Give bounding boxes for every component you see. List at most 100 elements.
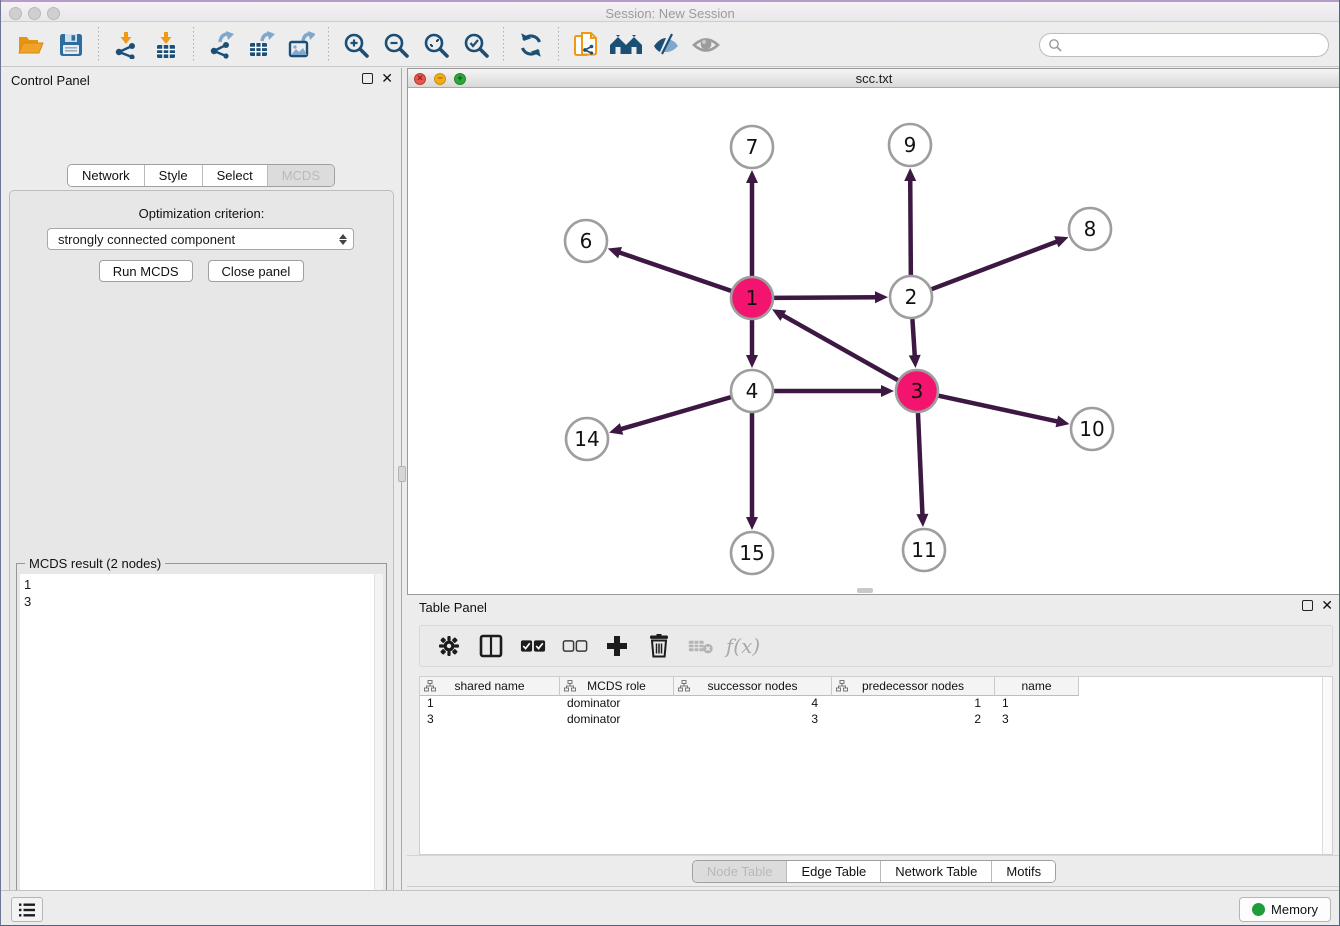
canvas-hscroll-thumb[interactable] [857,588,873,593]
column-header-name[interactable]: name [995,677,1079,696]
delete-column-icon[interactable] [646,633,672,659]
table-scrollbar[interactable] [1322,677,1332,854]
arrowhead-1-4 [746,355,758,368]
optimization-criterion-select[interactable]: strongly connected component [47,228,354,250]
table-options-icon[interactable] [436,633,462,659]
memory-status-icon [1252,903,1265,916]
cell-name[interactable]: 1 [995,696,1079,712]
application-window: Session: New Session [0,0,1340,926]
tab-select[interactable]: Select [203,165,268,186]
arrowhead-4-15 [746,517,758,530]
toolbar-separator [503,27,504,63]
arrowhead-1-6 [608,247,622,258]
column-selector-icon[interactable] [478,633,504,659]
node-table: shared nameMCDS rolesuccessor nodesprede… [419,676,1333,855]
toolbar-separator [558,27,559,63]
close-panel-button[interactable]: Close panel [208,260,305,282]
control-panel-tabs: NetworkStyleSelectMCDS [1,164,401,187]
tab-edge-table[interactable]: Edge Table [787,861,881,882]
arrowhead-1-7 [746,170,758,183]
edge-2-3[interactable] [912,319,915,359]
tab-node-table[interactable]: Node Table [693,861,788,882]
hide-selected-icon[interactable] [649,28,683,62]
node-label-11: 11 [911,538,936,562]
delete-table-icon [688,633,714,659]
export-image-icon[interactable] [284,28,318,62]
result-scrollbar[interactable] [374,574,383,926]
home-icon[interactable] [609,28,643,62]
cell-MCDS-role[interactable]: dominator [560,696,674,712]
mcds-result-box: MCDS result (2 nodes) 1 3 [16,563,387,926]
table-close-icon[interactable]: ✕ [1321,600,1333,611]
cell-predecessor-nodes[interactable]: 2 [832,712,995,728]
zoom-out-icon[interactable] [379,28,413,62]
export-network-icon[interactable] [204,28,238,62]
table-toolbar: f(x) [419,625,1333,667]
edge-1-2[interactable] [774,297,879,298]
column-header-MCDS-role[interactable]: MCDS role [560,677,674,696]
table-float-icon[interactable] [1302,600,1313,611]
node-label-14: 14 [574,427,599,451]
network-window-titlebar[interactable]: ✕ − + scc.txt [408,69,1340,88]
memory-button[interactable]: Memory [1239,897,1331,922]
deselect-all-checkboxes-icon[interactable] [562,633,588,659]
cell-successor-nodes[interactable]: 3 [674,712,832,728]
cell-MCDS-role[interactable]: dominator [560,712,674,728]
column-header-shared-name[interactable]: shared name [420,677,560,696]
open-session-icon[interactable] [14,28,48,62]
arrowhead-2-3 [909,355,921,368]
node-label-9: 9 [904,133,917,157]
node-label-6: 6 [580,229,593,253]
edge-2-8[interactable] [932,240,1061,289]
edge-3-11[interactable] [918,413,923,518]
node-label-8: 8 [1084,217,1097,241]
tab-network[interactable]: Network [68,165,145,186]
cell-successor-nodes[interactable]: 4 [674,696,832,712]
tab-motifs[interactable]: Motifs [992,861,1055,882]
duplicate-network-icon[interactable] [569,28,603,62]
tab-network-table[interactable]: Network Table [881,861,992,882]
cell-shared-name[interactable]: 3 [420,712,560,728]
arrowhead-1-2 [875,291,888,303]
table-row[interactable]: 1dominator411 [420,696,1332,712]
select-all-checkboxes-icon[interactable] [520,633,546,659]
panel-splitter-handle[interactable] [398,466,406,482]
toolbar-separator [328,27,329,63]
zoom-fit-icon[interactable] [419,28,453,62]
tab-mcds[interactable]: MCDS [268,165,334,186]
add-column-icon[interactable] [604,633,630,659]
list-icon [18,902,36,918]
cell-shared-name[interactable]: 1 [420,696,560,712]
mcds-result-text[interactable]: 1 3 [20,574,383,926]
import-network-icon[interactable] [109,28,143,62]
close-panel-icon[interactable]: ✕ [381,73,393,84]
arrowhead-2-9 [904,168,916,181]
mcds-result-title: MCDS result (2 nodes) [25,556,165,571]
run-mcds-button[interactable]: Run MCDS [99,260,193,282]
task-history-button[interactable] [11,897,43,922]
edge-1-6[interactable] [616,251,731,290]
search-field[interactable] [1039,33,1329,57]
column-header-successor-nodes[interactable]: successor nodes [674,677,832,696]
zoom-selected-icon[interactable] [459,28,493,62]
export-table-icon[interactable] [244,28,278,62]
zoom-in-icon[interactable] [339,28,373,62]
show-all-icon[interactable] [689,28,723,62]
tab-style[interactable]: Style [145,165,203,186]
save-session-icon[interactable] [54,28,88,62]
refresh-icon[interactable] [514,28,548,62]
import-table-icon[interactable] [149,28,183,62]
optimization-criterion-label: Optimization criterion: [10,206,393,221]
float-panel-icon[interactable] [362,73,373,84]
edge-3-10[interactable] [938,396,1060,423]
table-header-row: shared nameMCDS rolesuccessor nodesprede… [420,677,1332,696]
cell-predecessor-nodes[interactable]: 1 [832,696,995,712]
column-header-predecessor-nodes[interactable]: predecessor nodes [832,677,995,696]
edge-2-9[interactable] [910,177,911,275]
edge-3-1[interactable] [780,314,898,380]
table-row[interactable]: 3dominator323 [420,712,1332,728]
edge-4-14[interactable] [618,397,731,430]
network-canvas[interactable]: 7968124314101511 [408,88,1340,594]
cell-name[interactable]: 3 [995,712,1079,728]
search-input[interactable] [1067,37,1320,52]
